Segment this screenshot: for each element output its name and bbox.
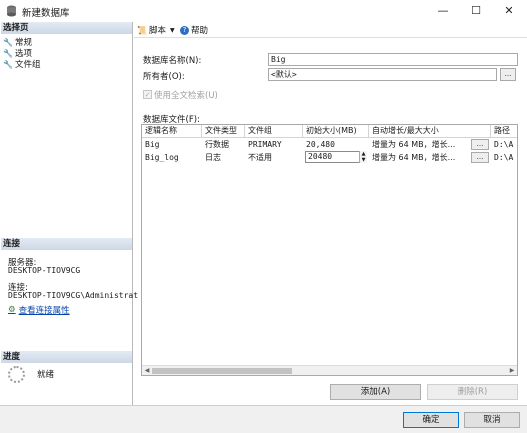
left-pane: 选择页 🔧 常规 🔧 选项 🔧 文件组 连接 服务器: DESKTOP-TIOV… (0, 22, 138, 405)
close-button[interactable]: ✕ (492, 1, 526, 21)
database-icon (7, 5, 16, 17)
remove-button[interactable]: 删除(R) (427, 384, 518, 400)
properties-icon: ⚙ (8, 305, 16, 315)
size-stepper[interactable]: ▲ ▼ (359, 151, 367, 163)
cell-file-type[interactable]: 日志 (202, 151, 245, 164)
fulltext-label: 使用全文检索(U) (154, 91, 218, 101)
cell-logical-name[interactable]: Big_log (142, 151, 202, 164)
cell-file-type[interactable]: 行数据 (202, 138, 245, 151)
progress-header: 进度 (1, 351, 132, 363)
wrench-icon: 🔧 (3, 37, 13, 47)
column-header-logical-name[interactable]: 逻辑名称 (142, 125, 202, 138)
cell-logical-name[interactable]: Big (142, 138, 202, 151)
script-button[interactable]: 📜 脚本 ▼ (137, 24, 175, 37)
add-button[interactable]: 添加(A) (330, 384, 421, 400)
db-name-input[interactable]: Big (268, 53, 518, 66)
scroll-left-icon[interactable]: ◀ (142, 366, 152, 375)
cell-filegroup[interactable]: 不适用 (245, 151, 303, 164)
column-header-autogrowth[interactable]: 自动增长/最大大小 (369, 125, 491, 138)
view-connection-properties-link[interactable]: ⚙ 查看连接属性 (8, 304, 70, 316)
title-bar: 新建数据库 — ☐ ✕ (0, 0, 527, 22)
view-connection-properties-label: 查看连接属性 (18, 306, 70, 316)
owner-browse-button[interactable]: ... (500, 68, 516, 81)
scroll-right-icon[interactable]: ▶ (507, 366, 517, 375)
dialog-footer: 确定 取消 (0, 405, 527, 433)
window-title: 新建数据库 (22, 8, 70, 19)
nav-item-label: 文件组 (14, 60, 41, 70)
help-icon: ? (180, 25, 189, 35)
help-label: 帮助 (191, 26, 209, 36)
cell-autogrowth: 增量为 64 MB，增长... (372, 153, 456, 162)
cell-path[interactable]: D:\A (491, 151, 517, 164)
toolbar: 📜 脚本 ▼ ? 帮助 (134, 22, 527, 38)
cancel-button[interactable]: 取消 (464, 412, 520, 428)
wrench-icon: 🔧 (3, 48, 13, 58)
cell-path[interactable]: D:\A (491, 138, 517, 151)
progress-spinner-icon (8, 366, 25, 383)
maximize-button[interactable]: ☐ (459, 1, 493, 21)
cell-filegroup[interactable]: PRIMARY (245, 138, 303, 151)
server-value: DESKTOP-TIOV9CG (8, 266, 81, 275)
autogrowth-browse-button[interactable]: ... (471, 152, 489, 163)
cell-autogrowth: 增量为 64 MB，增长... (372, 140, 456, 149)
select-page-header: 选择页 (1, 22, 132, 34)
fulltext-checkbox[interactable]: ✓ (143, 90, 152, 99)
column-header-file-type[interactable]: 文件类型 (202, 125, 245, 138)
column-header-initial-size[interactable]: 初始大小(MB) (303, 125, 369, 138)
db-name-label: 数据库名称(N): (143, 56, 202, 66)
nav-item-filegroups[interactable]: 🔧 文件组 (3, 58, 41, 71)
cell-initial-size[interactable]: 20,480 (303, 138, 369, 151)
horizontal-scrollbar[interactable]: ◀ ▶ (142, 365, 517, 375)
initial-size-input[interactable]: 20480 (305, 151, 367, 163)
owner-input[interactable]: <默认> (268, 68, 497, 81)
script-label: 脚本 (148, 26, 166, 36)
chevron-down-icon: ▼ (169, 26, 175, 34)
connection-header: 连接 (1, 238, 132, 250)
ok-button[interactable]: 确定 (403, 412, 459, 428)
autogrowth-browse-button[interactable]: ... (471, 139, 489, 150)
minimize-button[interactable]: — (426, 1, 460, 21)
help-button[interactable]: ? 帮助 (180, 24, 208, 36)
wrench-icon: 🔧 (3, 59, 13, 69)
owner-label: 所有者(O): (143, 72, 185, 82)
scrollbar-thumb[interactable] (152, 368, 292, 374)
script-icon: 📜 (137, 25, 147, 35)
database-files-grid: 逻辑名称 文件类型 文件组 初始大小(MB) 自动增长/最大大小 路径 Big … (141, 124, 518, 376)
connection-value: DESKTOP-TIOV9CG\Administrat (8, 291, 139, 300)
progress-status: 就绪 (37, 370, 55, 380)
column-header-path[interactable]: 路径 (491, 125, 517, 138)
column-header-filegroup[interactable]: 文件组 (245, 125, 303, 138)
